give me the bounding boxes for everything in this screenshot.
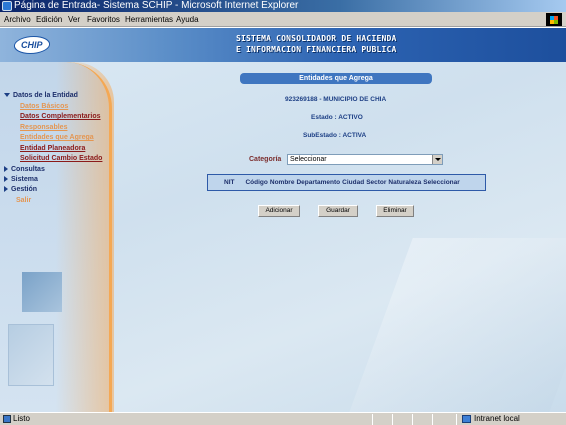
nav-sistema-label: Sistema (11, 176, 38, 183)
header-title-line2: E INFORMACION FINANCIERA PUBLICA (236, 45, 397, 54)
chip-logo: CHIP (12, 36, 52, 54)
zone-text: Intranet local (474, 414, 520, 423)
page-area: CHIP SISTEMA CONSOLIDADOR DE HACIENDA E … (0, 28, 566, 412)
delete-button[interactable]: Eliminar (376, 205, 414, 217)
chevron-down-icon (4, 93, 10, 98)
col-sector: Sector (366, 179, 387, 186)
status-divider (372, 414, 373, 425)
logo-text: CHIP (21, 40, 43, 50)
categoria-select[interactable]: Seleccionar (287, 154, 443, 165)
nav-datos-entidad[interactable]: Datos de la Entidad (4, 92, 78, 99)
add-button[interactable]: Adicionar (258, 205, 300, 217)
categoria-select-value: Seleccionar (290, 156, 327, 163)
table-header-row: NIT Código Nombre Departamento Ciudad Se… (207, 174, 486, 191)
dropdown-arrow-icon[interactable] (432, 155, 442, 164)
col-codigo: Código (245, 179, 268, 186)
menu-bar: Archivo Edición Ver Favoritos Herramient… (0, 12, 566, 27)
window-title-bar[interactable]: Página de Entrada- Sistema SCHIP - Micro… (0, 0, 566, 12)
menu-ver[interactable]: Ver (68, 15, 80, 24)
col-departamento: Departamento (296, 179, 341, 186)
status-text: Listo (13, 414, 30, 423)
col-nit: NIT (224, 179, 235, 186)
menu-herramientas[interactable]: Herramientas (125, 15, 173, 24)
nav-consultas-label: Consultas (11, 166, 45, 173)
nav-sistema[interactable]: Sistema (4, 176, 38, 183)
col-naturaleza: Naturaleza (388, 179, 422, 186)
nav-datos-complementarios[interactable]: Datos Complementarios (20, 113, 101, 120)
menu-favoritos[interactable]: Favoritos (87, 15, 120, 24)
header-title-line1: SISTEMA CONSOLIDADOR DE HACIENDA (236, 34, 397, 43)
estado-text: Estado : ACTIVO (311, 114, 363, 121)
background-decoration (347, 238, 566, 412)
header-title: SISTEMA CONSOLIDADOR DE HACIENDA E INFOR… (236, 33, 397, 55)
nav-datos-basicos[interactable]: Datos Básicos (20, 103, 68, 110)
section-title: Entidades que Agrega (240, 73, 432, 84)
header-banner: CHIP SISTEMA CONSOLIDADOR DE HACIENDA E … (0, 28, 566, 62)
categoria-label: Categoría (249, 156, 282, 163)
window-title: Página de Entrada- Sistema SCHIP - Micro… (14, 0, 299, 11)
nav-gestion-label: Gestión (11, 186, 38, 193)
page-icon (3, 415, 11, 423)
nav-entidad-planeadora[interactable]: Entidad Planeadora (20, 145, 85, 152)
subestado-text: SubEstado : ACTIVA (303, 132, 367, 139)
status-divider (412, 414, 413, 425)
menu-edicion[interactable]: Edición (36, 15, 62, 24)
windows-logo-icon (546, 13, 562, 26)
nav-gestion[interactable]: Gestión (4, 186, 37, 193)
status-bar: Listo Intranet local (0, 412, 566, 425)
chevron-right-icon (4, 176, 8, 183)
status-divider (456, 414, 457, 425)
nav-datos-entidad-label: Datos de la Entidad (13, 92, 78, 99)
status-divider (392, 414, 393, 425)
menu-ayuda[interactable]: Ayuda (176, 15, 199, 24)
sidebar-decoration-panel (8, 324, 54, 386)
nav-responsables[interactable]: Responsables (20, 124, 67, 131)
entity-name: 923269188 - MUNICIPIO DE CHIA (285, 96, 387, 103)
nav-consultas[interactable]: Consultas (4, 166, 45, 173)
chevron-right-icon (4, 186, 8, 193)
sidebar-decoration-square (22, 272, 62, 312)
chevron-right-icon (4, 166, 8, 173)
status-divider (432, 414, 433, 425)
col-nombre: Nombre (269, 179, 295, 186)
nav-solicitud-cambio-estado[interactable]: Solicitud Cambio Estado (20, 155, 102, 162)
nav-entidades-que-agrega[interactable]: Entidades que Agrega (20, 134, 94, 141)
nav-salir[interactable]: Salir (16, 197, 31, 204)
col-ciudad: Ciudad (342, 179, 365, 186)
save-button[interactable]: Guardar (318, 205, 358, 217)
intranet-zone-icon (462, 415, 471, 423)
menu-archivo[interactable]: Archivo (4, 15, 31, 24)
col-seleccionar: Seleccionar (423, 179, 460, 186)
ie-icon (2, 1, 12, 11)
